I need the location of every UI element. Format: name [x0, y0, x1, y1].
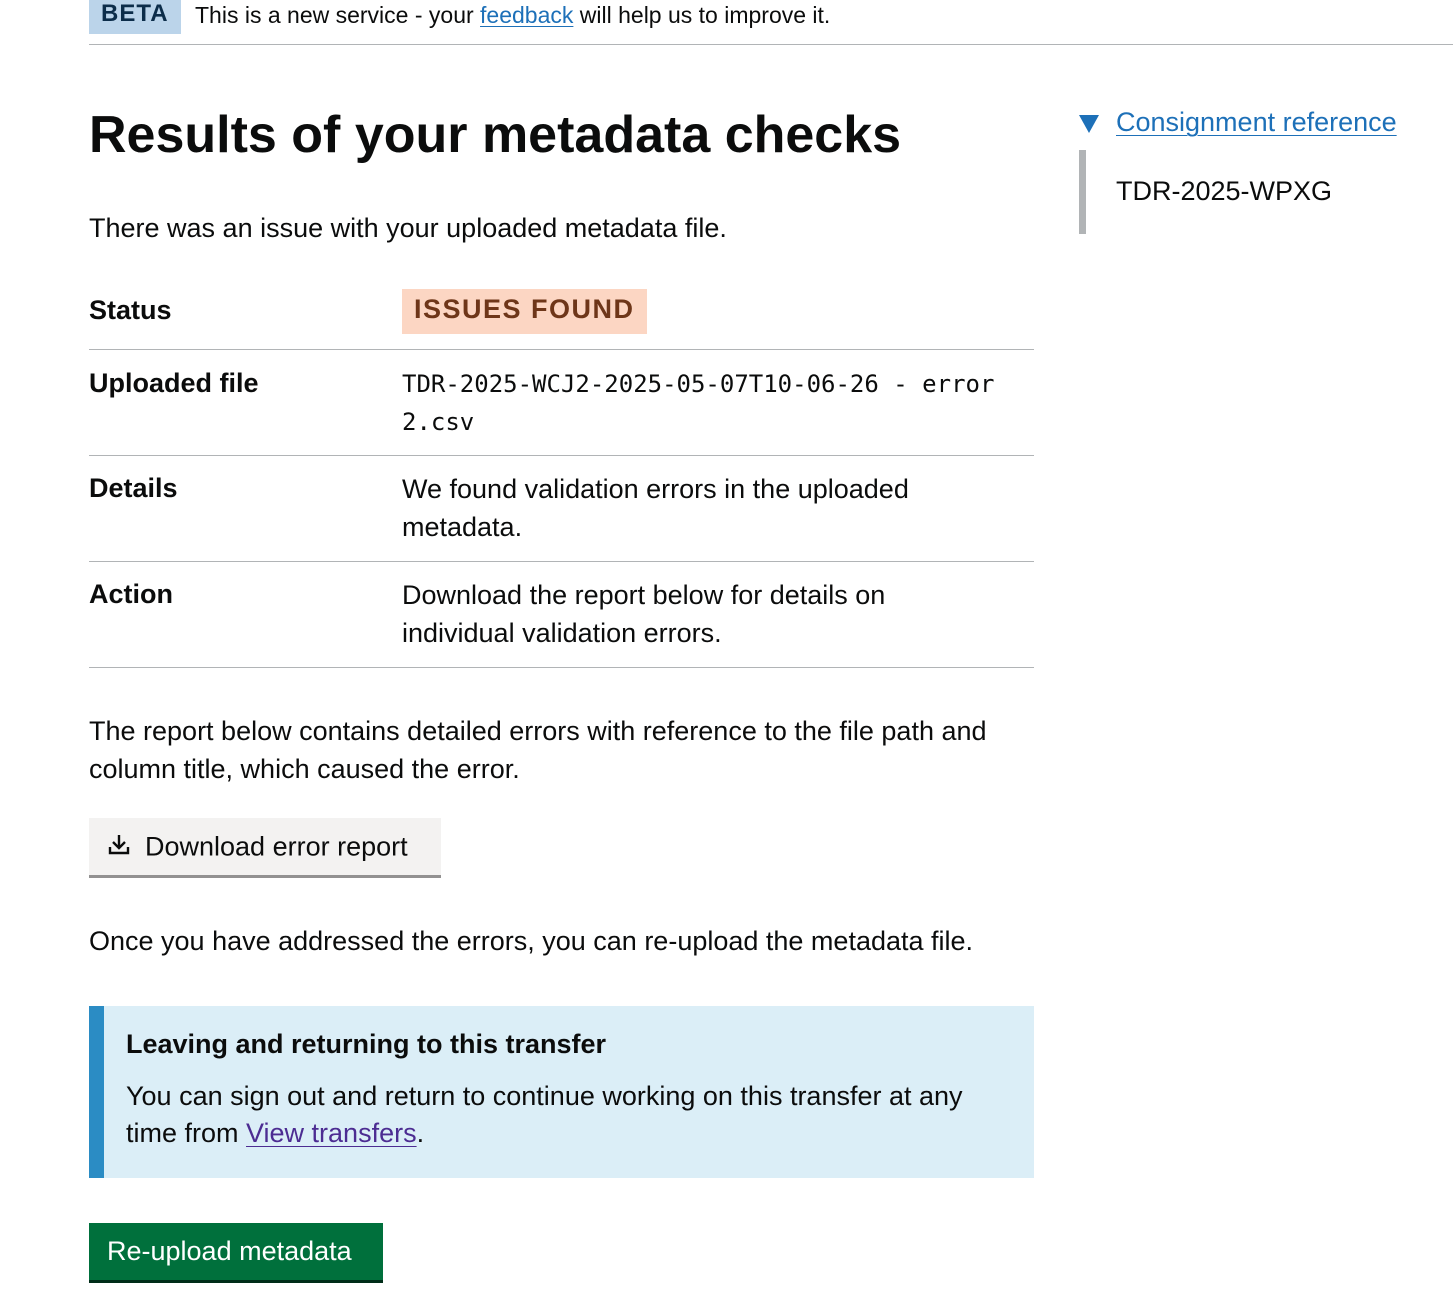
download-icon — [108, 835, 130, 855]
status-badge: ISSUES FOUND — [402, 289, 647, 334]
phase-text-before: This is a new service - your — [195, 2, 481, 28]
consignment-reference-label: Consignment reference — [1116, 107, 1397, 137]
consignment-details: Consignment reference TDR-2025-WPXG — [1079, 104, 1449, 234]
status-key: Status — [89, 295, 172, 325]
action-value: Download the report below for details on… — [402, 580, 886, 648]
inset-notice: Leaving and returning to this transfer Y… — [89, 1006, 1034, 1178]
readdress-text: Once you have addressed the errors, you … — [89, 926, 974, 956]
page-title: Results of your metadata checks — [89, 106, 902, 164]
beta-tag: BETA — [89, 0, 181, 34]
uploaded-file-key: Uploaded file — [89, 368, 259, 398]
inset-text: You can sign out and return to continue … — [126, 1078, 1014, 1152]
phase-text-after: will help us to improve it. — [573, 2, 831, 28]
consignment-reference-body: TDR-2025-WPXG — [1079, 150, 1332, 234]
download-error-report-button[interactable]: Download error report — [89, 818, 441, 878]
consignment-reference-value: TDR-2025-WPXG — [1116, 176, 1333, 206]
summary-row-action: Action Download the report below for det… — [89, 562, 1034, 668]
summary-row-status: Status ISSUES FOUND — [89, 286, 1034, 350]
view-transfers-link[interactable]: View transfers — [246, 1118, 417, 1148]
download-button-label: Download error report — [145, 831, 408, 862]
report-description: The report below contains detailed error… — [89, 716, 987, 784]
summary-row-uploaded-file: Uploaded file TDR-2025-WCJ2-2025-05-07T1… — [89, 350, 1034, 456]
inset-heading: Leaving and returning to this transfer — [126, 1029, 607, 1059]
summary-row-details: Details We found validation errors in th… — [89, 456, 1034, 562]
inset-text-after: . — [416, 1118, 425, 1148]
action-key: Action — [89, 579, 173, 609]
reupload-metadata-button[interactable]: Re-upload metadata — [89, 1223, 383, 1283]
phase-banner-text: This is a new service - your feedback wi… — [195, 1, 830, 29]
summary-list: Status ISSUES FOUND Uploaded file TDR-20… — [89, 286, 1034, 668]
feedback-link[interactable]: feedback — [480, 2, 573, 28]
consignment-reference-toggle[interactable]: Consignment reference — [1079, 104, 1449, 144]
triangle-down-icon — [1079, 115, 1099, 133]
phase-banner: BETA This is a new service - your feedba… — [89, 0, 1453, 45]
details-value: We found validation errors in the upload… — [402, 474, 909, 542]
intro-text: There was an issue with your uploaded me… — [89, 213, 727, 243]
details-key: Details — [89, 473, 178, 503]
uploaded-file-value: TDR-2025-WCJ2-2025-05-07T10-06-26 - erro… — [402, 370, 995, 436]
